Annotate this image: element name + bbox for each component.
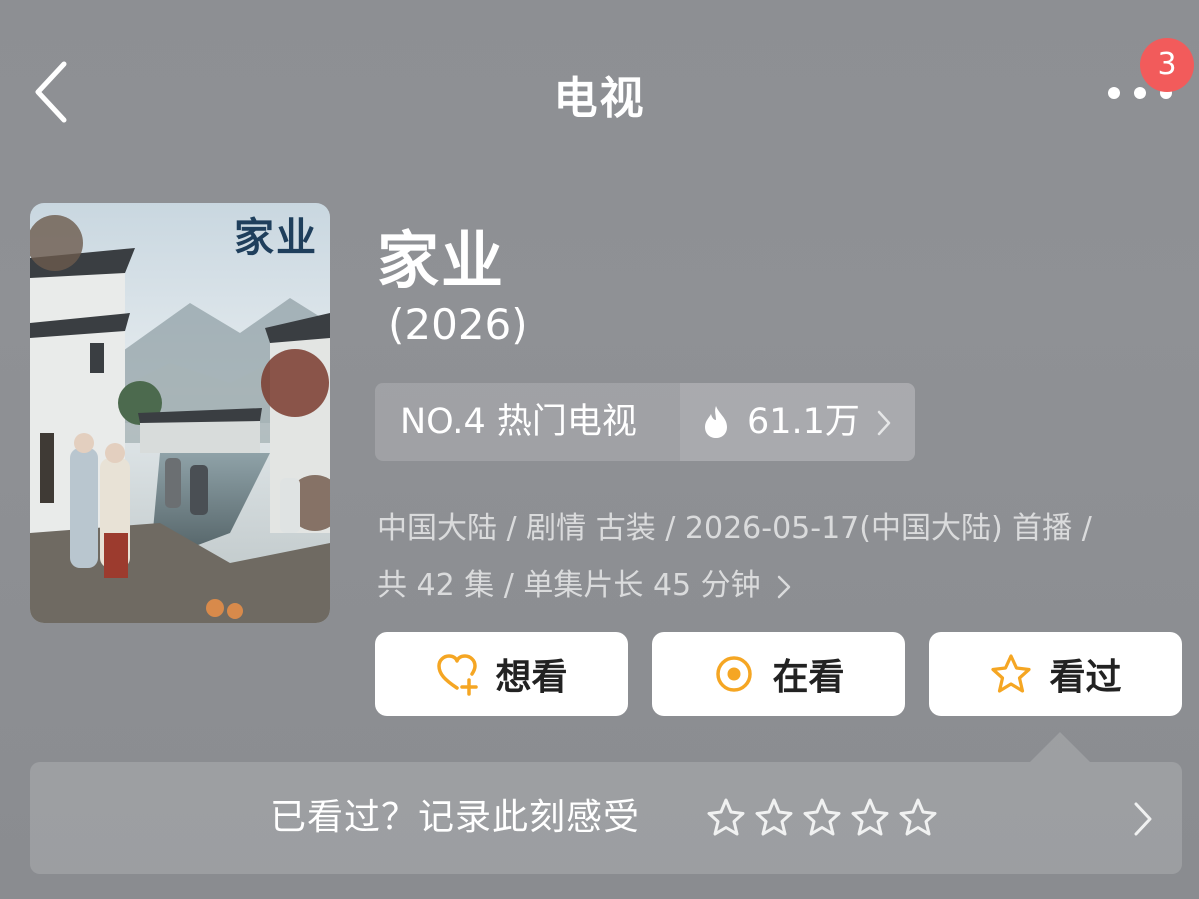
watching-button[interactable]: 在看	[652, 632, 905, 716]
rating-stars[interactable]	[706, 796, 938, 840]
star-outline-icon	[991, 654, 1032, 693]
show-meta-line1: 中国大陆 / 剧情 古装 / 2026-05-17(中国大陆) 首播 /	[377, 511, 1092, 546]
star-outline-icon[interactable]	[898, 796, 938, 840]
notification-badge[interactable]: 3	[1140, 38, 1194, 92]
want-to-watch-label: 想看	[495, 657, 568, 698]
heart-plus-icon	[437, 654, 479, 696]
ranking-pill[interactable]: NO.4 热门电视 61.1万	[375, 383, 915, 461]
poster-title: 家业	[234, 214, 318, 261]
show-year: (2026)	[388, 300, 528, 349]
chevron-right-icon	[777, 575, 791, 598]
chevron-right-icon	[877, 410, 891, 436]
rating-prompt: 已看过？记录此刻感受	[270, 797, 641, 838]
star-outline-icon[interactable]	[850, 796, 890, 840]
want-to-watch-button[interactable]: 想看	[375, 632, 628, 716]
show-name: 家业	[377, 224, 506, 297]
chevron-right-icon[interactable]	[1132, 800, 1154, 838]
rating-bar[interactable]: 已看过？记录此刻感受	[30, 762, 1182, 874]
star-outline-icon[interactable]	[754, 796, 794, 840]
star-outline-icon[interactable]	[706, 796, 746, 840]
flame-icon	[705, 406, 727, 438]
show-poster[interactable]: 家业	[30, 203, 330, 623]
poster-artwork	[30, 203, 330, 623]
ranking-label: NO.4 热门电视	[400, 402, 637, 442]
watched-label: 看过	[1049, 657, 1122, 698]
star-outline-icon[interactable]	[802, 796, 842, 840]
watching-label: 在看	[772, 657, 845, 698]
heat-value: 61.1万	[747, 402, 860, 442]
show-meta-line2[interactable]: 共 42 集 / 单集片长 45 分钟	[377, 560, 792, 604]
watched-button[interactable]: 看过	[929, 632, 1182, 716]
rating-pointer	[1030, 732, 1090, 762]
show-meta-line2-text: 共 42 集 / 单集片长 45 分钟	[377, 568, 761, 603]
target-circle-icon	[716, 656, 753, 692]
page-title: 电视	[553, 73, 646, 124]
